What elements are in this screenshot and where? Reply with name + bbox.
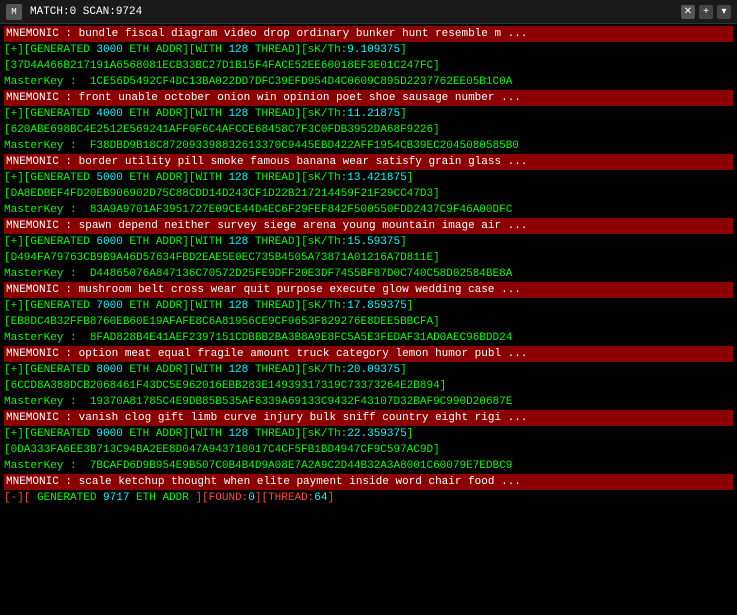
plus-button[interactable]: + [699,5,713,19]
line-28: MNEMONIC : scale ketchup thought when el… [4,474,733,490]
line-22: [6CCD8A388DCB2068461F43DC5E962016EBB283E… [4,378,733,394]
line-5: [+][GENERATED 4000 ETH ADDR][WITH 128 TH… [4,106,733,122]
line-2: [37D4A466B217191A6568081ECB33BC27D1B15F4… [4,58,733,74]
line-3: MasterKey : 1CE56D5492CF4DC13BA022DD7DFC… [4,74,733,90]
line-8: MNEMONIC : border utility pill smoke fam… [4,154,733,170]
title-bar-text: MATCH:0 SCAN:9724 [30,6,673,18]
line-29: [-][ GENERATED 9717 ETH ADDR ][FOUND:0][… [4,490,733,506]
app-icon: M [6,4,22,20]
title-bar-buttons: ✕ + ▾ [681,5,731,19]
line-24: MNEMONIC : vanish clog gift limb curve i… [4,410,733,426]
line-10: [DA8EDBEF4FD20EB906902D75C88CDD14D243CF1… [4,186,733,202]
line-27: MasterKey : 7BCAFD6D9B954E9B507C0B4B4D9A… [4,458,733,474]
line-0: MNEMONIC : bundle fiscal diagram video d… [4,26,733,42]
line-14: [D494FA79763CB9B9A46D57634FBD2EAE5E0EC73… [4,250,733,266]
line-25: [+][GENERATED 9000 ETH ADDR][WITH 128 TH… [4,426,733,442]
line-9: [+][GENERATED 5000 ETH ADDR][WITH 128 TH… [4,170,733,186]
line-20: MNEMONIC : option meat equal fragile amo… [4,346,733,362]
line-11: MasterKey : 83A9A9701AF3951727E09CE44D4E… [4,202,733,218]
line-23: MasterKey : 19370A81785C4E9DB85B535AF633… [4,394,733,410]
line-16: MNEMONIC : mushroom belt cross wear quit… [4,282,733,298]
close-button[interactable]: ✕ [681,5,695,19]
line-21: [+][GENERATED 8000 ETH ADDR][WITH 128 TH… [4,362,733,378]
line-17: [+][GENERATED 7000 ETH ADDR][WITH 128 TH… [4,298,733,314]
line-13: [+][GENERATED 6000 ETH ADDR][WITH 128 TH… [4,234,733,250]
line-1: [+][GENERATED 3000 ETH ADDR][WITH 128 TH… [4,42,733,58]
line-15: MasterKey : D44865076A847136C70572D25FE9… [4,266,733,282]
main-content: MNEMONIC : bundle fiscal diagram video d… [0,24,737,615]
line-19: MasterKey : 8FAD828B4E41AEF2397151CDBBB2… [4,330,733,346]
line-6: [620ABE698BC4E2512E569241AFF0F6C4AFCCE68… [4,122,733,138]
line-12: MNEMONIC : spawn depend neither survey s… [4,218,733,234]
line-18: [EB8DC4B32FFB8760EB60E19AFAFE8C6A81956CE… [4,314,733,330]
caret-button[interactable]: ▾ [717,5,731,19]
line-4: MNEMONIC : front unable october onion wi… [4,90,733,106]
title-bar: M MATCH:0 SCAN:9724 ✕ + ▾ [0,0,737,24]
line-26: [0DA333FA6EE3B713C94BA2EE8D047A943710017… [4,442,733,458]
line-7: MasterKey : F38DBD9B18C87209339883261337… [4,138,733,154]
